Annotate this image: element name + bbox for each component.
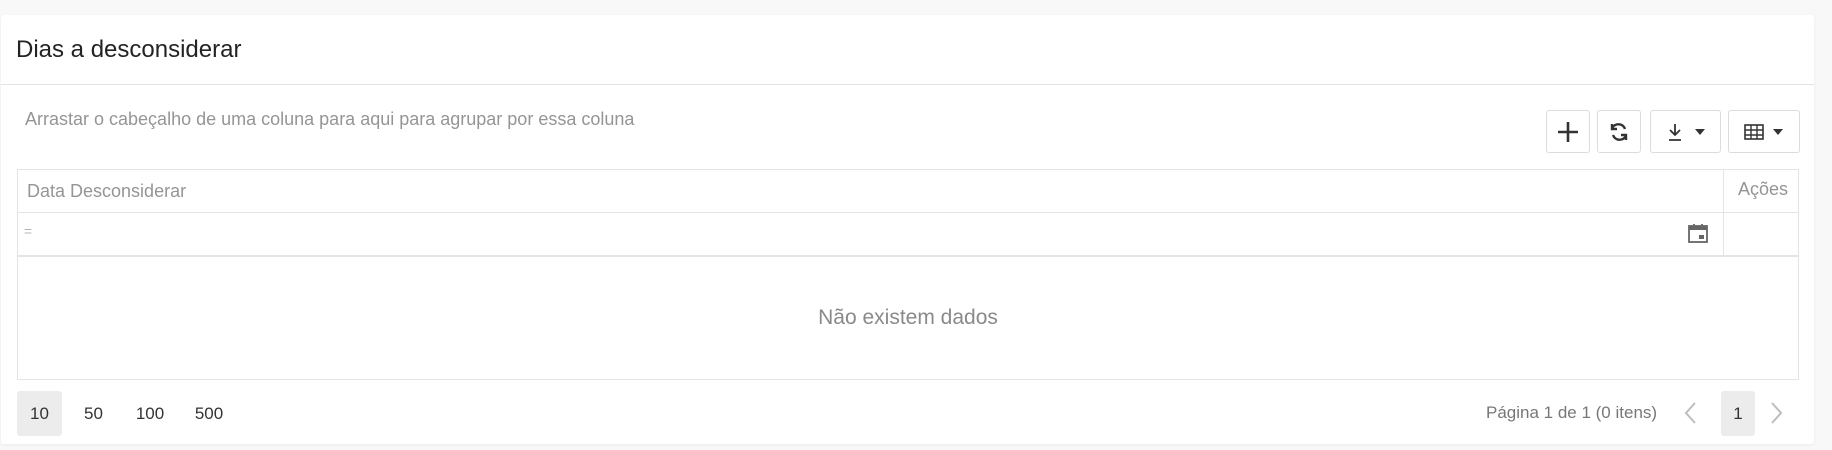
download-icon	[1668, 123, 1681, 141]
page-size-500[interactable]: 500	[184, 391, 234, 436]
panel-header: Dias a desconsiderar	[1, 15, 1814, 85]
page-size-100[interactable]: 100	[125, 391, 175, 436]
grid-toolbar: Arrastar o cabeçalho de uma coluna para …	[1, 85, 1814, 157]
calendar-icon[interactable]	[1687, 222, 1709, 244]
refresh-button[interactable]	[1597, 110, 1641, 153]
plus-icon	[1558, 121, 1578, 142]
column-header-acoes: Ações	[1723, 170, 1799, 213]
add-button[interactable]	[1546, 110, 1590, 153]
chevron-down-icon	[1773, 128, 1783, 135]
panel-title: Dias a desconsiderar	[16, 35, 242, 63]
chevron-left-icon	[1684, 402, 1696, 424]
refresh-icon	[1610, 122, 1628, 141]
page-button-1[interactable]: 1	[1721, 391, 1755, 436]
group-panel-hint[interactable]: Arrastar o cabeçalho de uma coluna para …	[25, 109, 634, 130]
data-grid: Data Desconsiderar Ações = Não existem d…	[17, 169, 1799, 380]
prev-page-button[interactable]	[1677, 399, 1703, 427]
column-chooser-button[interactable]	[1728, 110, 1800, 153]
next-page-button[interactable]	[1764, 399, 1790, 427]
pager: 10 50 100 500 Página 1 de 1 (0 itens) 1	[17, 391, 1799, 436]
dias-desconsiderar-panel: Dias a desconsiderar Arrastar o cabeçalh…	[1, 15, 1814, 444]
page-size-50[interactable]: 50	[71, 391, 116, 436]
no-data-message: Não existem dados	[818, 306, 998, 329]
column-header-label: Data Desconsiderar	[27, 181, 187, 201]
filter-operator-icon[interactable]: =	[24, 223, 32, 239]
export-button[interactable]	[1650, 110, 1721, 153]
column-header-data-desconsiderar[interactable]: Data Desconsiderar	[18, 170, 1723, 213]
page-size-10[interactable]: 10	[17, 391, 62, 436]
column-header-label: Ações	[1738, 179, 1789, 199]
chevron-down-icon	[1694, 128, 1705, 135]
filter-cell-acoes	[1723, 213, 1799, 257]
chevron-right-icon	[1771, 402, 1783, 424]
table-icon	[1744, 123, 1764, 140]
filter-row-data-desconsiderar[interactable]: =	[18, 213, 1723, 257]
page-info: Página 1 de 1 (0 itens)	[1486, 403, 1658, 422]
